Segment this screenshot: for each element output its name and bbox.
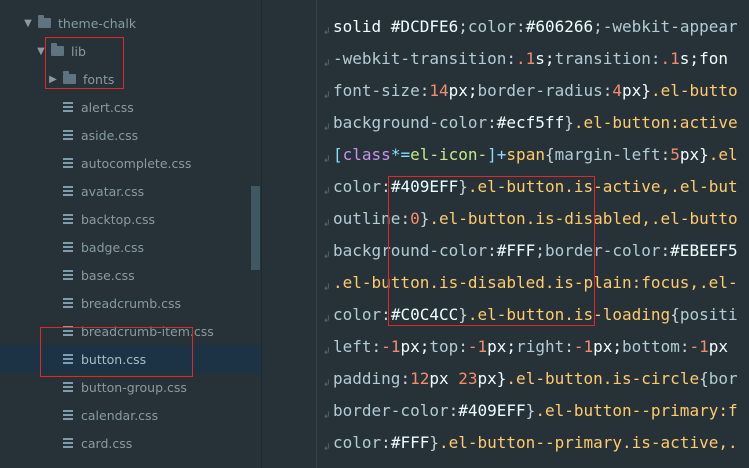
css-file-icon [62,409,74,422]
css-file-icon [62,185,74,198]
tree-file-breadcrumb-item[interactable]: breadcrumb-item.css [0,317,261,345]
tree-item-label: breadcrumb.css [81,295,181,311]
code-line[interactable]: -webkit-transition:.1s;transition:.1s;fo… [333,43,728,75]
code-line[interactable]: border-color:#409EFF}.el-button--primary… [333,395,738,427]
tree-item-label: calendar.css [81,407,159,423]
chevron-down-icon[interactable]: ▼ [35,46,47,57]
pane-divider[interactable] [261,0,262,468]
fold-marker-icon[interactable]: ↲ [323,155,333,165]
tree-file-backtop[interactable]: backtop.css [0,205,261,233]
folder-icon [38,15,51,28]
tree-file-avatar[interactable]: avatar.css [0,177,261,205]
fold-marker-icon[interactable]: ↲ [323,187,333,197]
tree-file-autocomplete[interactable]: autocomplete.css [0,149,261,177]
folder-icon [63,71,76,84]
code-line[interactable]: [class*=el-icon-]+span{margin-left:5px}.… [333,139,738,171]
file-explorer-sidebar: ▼ theme-chalk ▼ lib ▶ fonts alert.css as… [0,0,261,468]
tree-item-label: badge.css [81,239,145,255]
fold-marker-icon[interactable]: ↲ [323,91,333,101]
code-line[interactable]: background-color:#FFF;border-color:#EBEE… [333,235,738,267]
tree-item-label: lib [71,43,86,59]
code-editor[interactable]: solid #DCDFE6;color:#606266;-webkit-appe… [317,0,749,468]
tree-item-label: breadcrumb-item.css [81,323,214,339]
tree-item-label: fonts [83,71,115,87]
chevron-down-icon[interactable]: ▼ [22,18,34,29]
css-file-icon [62,325,74,338]
tree-folder-theme-chalk[interactable]: ▼ theme-chalk [0,9,261,37]
tree-file-alert[interactable]: alert.css [0,93,261,121]
tree-item-label: button-group.css [81,379,187,395]
fold-marker-icon[interactable]: ↲ [323,411,333,421]
code-line[interactable]: font-size:14px;border-radius:4px}.el-but… [333,75,738,107]
css-file-icon [62,269,74,282]
css-file-icon [62,241,74,254]
tree-item-label: aside.css [81,127,139,143]
css-file-icon [62,213,74,226]
css-file-icon [62,381,74,394]
css-file-icon [62,157,74,170]
tree-file-button-group[interactable]: button-group.css [0,373,261,401]
css-file-icon [62,353,74,366]
fold-marker-icon[interactable]: ↲ [323,283,333,293]
fold-marker-icon[interactable]: ↲ [323,27,333,37]
tree-item-label: base.css [81,267,135,283]
code-line[interactable]: outline:0}.el-button.is-disabled,.el-but… [333,203,738,235]
tree-file-button[interactable]: button.css [0,345,261,373]
tree-file-card[interactable]: card.css [0,429,261,457]
css-file-icon [62,129,74,142]
code-line[interactable]: color:#409EFF}.el-button.is-active,.el-b… [333,171,738,203]
css-file-icon [62,437,74,450]
code-line[interactable]: padding:12px 23px}.el-button.is-circle{b… [333,363,738,395]
css-file-icon [62,101,74,114]
tree-file-calendar[interactable]: calendar.css [0,401,261,429]
fold-marker-icon[interactable]: ↲ [323,59,333,69]
sidebar-scrollbar[interactable] [251,186,260,270]
tree-file-badge[interactable]: badge.css [0,233,261,261]
tree-item-label: avatar.css [81,183,145,199]
tree-item-label: theme-chalk [58,15,137,31]
code-line[interactable]: solid #DCDFE6;color:#606266;-webkit-appe… [333,11,738,43]
tree-file-breadcrumb[interactable]: breadcrumb.css [0,289,261,317]
fold-marker-icon[interactable]: ↲ [323,123,333,133]
fold-marker-icon[interactable]: ↲ [323,315,333,325]
css-file-icon [62,297,74,310]
code-line[interactable]: background-color:#ecf5ff}.el-button:acti… [333,107,738,139]
tree-item-label: autocomplete.css [81,155,192,171]
tree-item-label: backtop.css [81,211,156,227]
tree-file-base[interactable]: base.css [0,261,261,289]
fold-marker-icon[interactable]: ↲ [323,379,333,389]
fold-marker-icon[interactable]: ↲ [323,219,333,229]
tree-folder-fonts[interactable]: ▶ fonts [0,65,261,93]
code-line[interactable]: left:-1px;top:-1px;right:-1px;bottom:-1p… [333,331,728,363]
fold-marker-icon[interactable]: ↲ [323,443,333,453]
tree-folder-lib[interactable]: ▼ lib [0,37,261,65]
folder-icon [51,43,64,56]
tree-item-label: alert.css [81,99,134,115]
fold-marker-icon[interactable]: ↲ [323,347,333,357]
code-line[interactable]: color:#C0C4CC}.el-button.is-loading{posi… [333,299,738,331]
code-line[interactable]: .el-button.is-disabled.is-plain:focus,.e… [333,267,738,299]
tree-item-label: card.css [81,435,133,451]
tree-item-label: button.css [81,351,147,367]
tree-file-aside[interactable]: aside.css [0,121,261,149]
code-line[interactable]: color:#FFF}.el-button--primary.is-active… [333,427,738,459]
chevron-right-icon[interactable]: ▶ [47,74,59,85]
fold-marker-icon[interactable]: ↲ [323,251,333,261]
